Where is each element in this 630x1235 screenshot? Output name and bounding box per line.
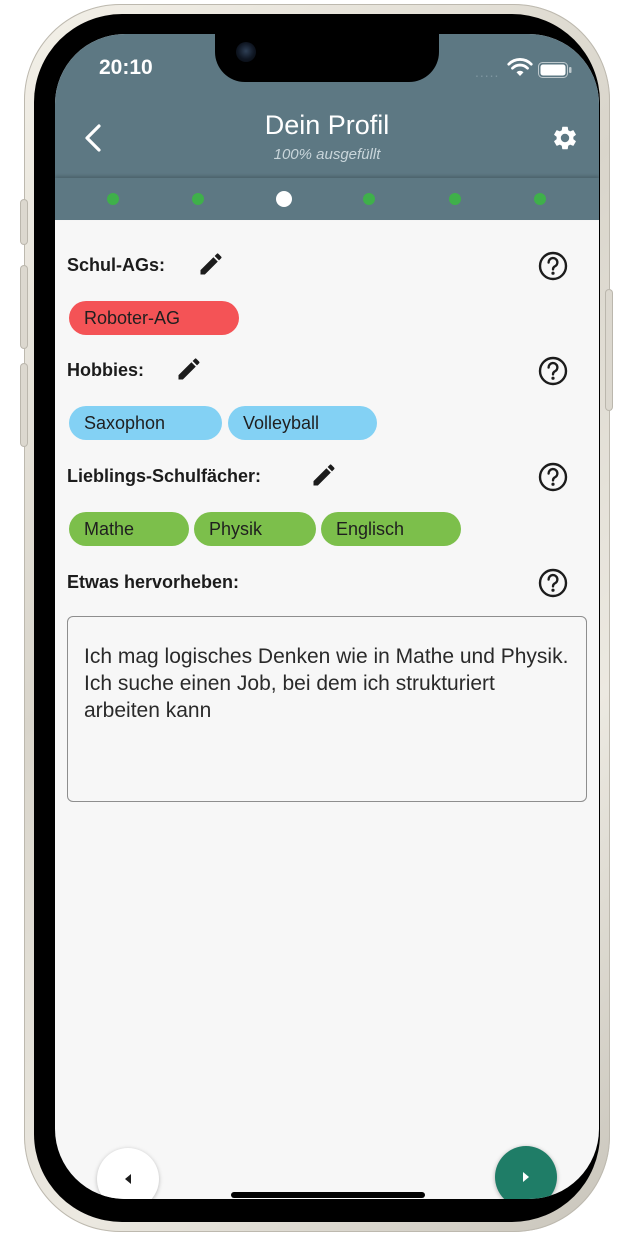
step-dot xyxy=(192,193,204,205)
highlight-textarea[interactable]: Ich mag logisches Denken wie in Mathe un… xyxy=(67,616,587,802)
page-title: Dein Profil xyxy=(264,110,390,140)
chip-mathe: Mathe xyxy=(69,512,189,546)
faecher-label: Lieblings-Schulfächer: xyxy=(67,466,262,486)
chip-englisch: Englisch xyxy=(321,512,461,546)
progress-strip xyxy=(55,178,599,220)
question-circle-icon[interactable] xyxy=(537,567,569,599)
pencil-icon[interactable] xyxy=(197,250,225,278)
home-indicator xyxy=(231,1192,425,1198)
gear-icon xyxy=(554,126,576,150)
question-circle-icon[interactable] xyxy=(537,461,569,493)
question-circle-icon[interactable] xyxy=(537,250,569,282)
previous-button[interactable] xyxy=(97,1148,159,1199)
power-button xyxy=(606,290,612,410)
silent-switch xyxy=(21,200,27,244)
battery-icon xyxy=(538,62,572,78)
volume-up-button xyxy=(21,266,27,348)
completion-subtitle: 100% ausgefüllt xyxy=(273,146,381,163)
chip-physik: Physik xyxy=(194,512,316,546)
pencil-icon[interactable] xyxy=(310,461,338,489)
schul-ags-label: Schul-AGs: xyxy=(67,255,166,275)
step-dot xyxy=(363,193,375,205)
phone-screen: 20:10 ..... Dein Profil 100% ausgefüllt xyxy=(55,34,599,1199)
front-camera xyxy=(236,42,256,62)
pencil-icon[interactable] xyxy=(175,355,203,383)
status-time: 20:10 xyxy=(99,56,153,79)
step-dot xyxy=(534,193,546,205)
chip-volleyball: Volleyball xyxy=(228,406,377,440)
wifi-icon xyxy=(507,58,533,76)
volume-down-button xyxy=(21,364,27,446)
signal-dots: ..... xyxy=(475,64,500,80)
step-dot xyxy=(449,193,461,205)
step-dot-current xyxy=(276,191,292,207)
question-circle-icon[interactable] xyxy=(537,355,569,387)
next-button[interactable] xyxy=(495,1146,557,1199)
highlight-label: Etwas hervorheben: xyxy=(67,572,240,592)
hobbies-label: Hobbies: xyxy=(67,360,145,380)
triangle-left-icon xyxy=(125,1174,131,1184)
settings-button[interactable] xyxy=(547,120,583,156)
chip-saxophon: Saxophon xyxy=(69,406,222,440)
chip-roboter-ag: Roboter-AG xyxy=(69,301,239,335)
step-dot xyxy=(107,193,119,205)
triangle-right-icon xyxy=(523,1172,529,1182)
